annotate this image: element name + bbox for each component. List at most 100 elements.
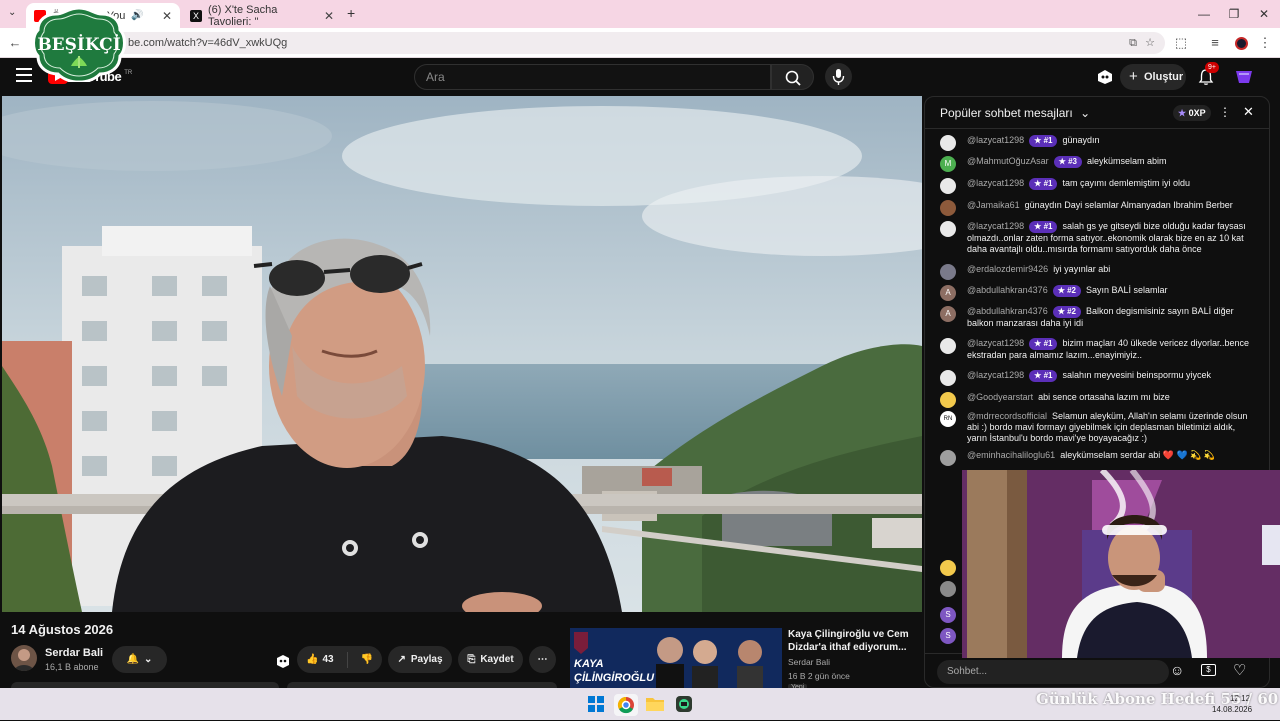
- save-button[interactable]: ⎘ Kaydet: [458, 646, 523, 673]
- recommended-channel[interactable]: Serdar Bali: [788, 657, 830, 667]
- close-tab-icon[interactable]: ✕: [162, 9, 172, 23]
- user-avatar[interactable]: [940, 338, 956, 354]
- search-input[interactable]: Ara: [414, 64, 771, 90]
- ai-assistant-icon[interactable]: [275, 653, 291, 669]
- close-chat-icon[interactable]: ✕: [1243, 104, 1254, 120]
- tab-list-chevron-icon[interactable]: ⌄: [8, 7, 16, 18]
- chat-username[interactable]: @lazycat1298: [967, 338, 1024, 348]
- chat-username[interactable]: @lazycat1298: [967, 370, 1024, 380]
- chat-username[interactable]: @abdullahkran4376: [967, 306, 1048, 316]
- tab-x[interactable]: X (6) X'te Sacha Tavolieri: " ✕: [182, 3, 342, 28]
- file-explorer-icon[interactable]: [646, 696, 664, 712]
- app-taskbar-icon[interactable]: [676, 696, 692, 712]
- bookmark-star-icon[interactable]: ☆: [1145, 32, 1155, 54]
- account-avatar[interactable]: [1236, 70, 1252, 83]
- chat-menu-icon[interactable]: ⋮: [1219, 105, 1231, 119]
- user-avatar[interactable]: [940, 450, 956, 466]
- user-avatar[interactable]: [940, 178, 956, 194]
- chat-text: salahın meyvesini beinspormu yiycek: [1062, 370, 1212, 380]
- dislike-button[interactable]: 👎: [361, 654, 373, 665]
- chevron-down-icon: ⌄: [1080, 106, 1091, 120]
- new-tab-button[interactable]: +: [347, 5, 355, 21]
- back-icon[interactable]: ←: [6, 34, 24, 52]
- restore-icon[interactable]: ❐: [1220, 4, 1248, 24]
- user-avatar[interactable]: [940, 135, 956, 151]
- tab-label: (6) X'te Sacha Tavolieri: ": [208, 3, 278, 28]
- minimize-icon[interactable]: —: [1190, 4, 1218, 24]
- notification-bell-button[interactable]: 🔔 ⌄: [112, 646, 167, 673]
- xp-badge[interactable]: ★ 0XP: [1173, 105, 1211, 121]
- chat-input[interactable]: Sohbet...: [937, 660, 1169, 684]
- rank-badge: ★ #1: [1029, 338, 1058, 350]
- recommended-thumbnail[interactable]: KAYA ÇİLİNGİROĞLU: [570, 628, 782, 688]
- chat-username[interactable]: @MahmutOğuzAsar: [967, 156, 1049, 166]
- user-avatar[interactable]: A: [940, 285, 956, 301]
- chat-username[interactable]: @Goodyearstart: [967, 392, 1033, 402]
- user-avatar[interactable]: RN: [940, 411, 956, 427]
- chat-message: @lazycat1298 ★ #1 salah gs ye gitseydi biz…: [940, 221, 1250, 255]
- user-avatar[interactable]: M: [940, 156, 956, 172]
- user-avatar[interactable]: A: [940, 306, 956, 322]
- subscriber-goal-ticker: Günlük Abone Hedefi 55 / 60: [1036, 690, 1279, 708]
- thumbnail-text-1: KAYA: [574, 658, 604, 670]
- chat-username[interactable]: @Jamaika61: [967, 200, 1020, 210]
- windows-start-icon[interactable]: [588, 696, 604, 712]
- channel-name[interactable]: Serdar Bali: [45, 647, 103, 659]
- chat-username[interactable]: @lazycat1298: [967, 178, 1024, 188]
- like-button[interactable]: 👍 43: [306, 654, 334, 665]
- extensions-icon[interactable]: ⬚: [1172, 34, 1190, 52]
- youtube-header: YouTube TR Ara + Oluştur 9+: [0, 58, 1280, 96]
- voice-search-button[interactable]: [825, 63, 852, 90]
- chat-message: A @abdullahkran4376 ★ #2 Sayın BALİ selaml…: [940, 285, 1250, 301]
- media-control-icon[interactable]: ≡: [1206, 34, 1224, 52]
- chat-message: RN @mdrrecordsofficial Selamun aleyküm, A…: [940, 411, 1250, 444]
- share-button[interactable]: ↗ Paylaş: [388, 646, 452, 673]
- chat-username[interactable]: @abdullahkran4376: [967, 285, 1048, 295]
- user-avatar[interactable]: [940, 392, 956, 408]
- chat-mode-dropdown[interactable]: Popüler sohbet mesajları ⌄: [940, 106, 1090, 120]
- super-chat-icon[interactable]: $: [1201, 664, 1216, 676]
- ai-extension-icon[interactable]: [1096, 68, 1114, 86]
- channel-avatar[interactable]: [11, 645, 37, 671]
- chat-message: @lazycat1298 ★ #1 tam çayımı demlemiştim i…: [940, 178, 1250, 194]
- browser-menu-icon[interactable]: ⋮: [1256, 34, 1274, 52]
- profile-avatar[interactable]: [1232, 34, 1250, 52]
- user-avatar[interactable]: [940, 370, 956, 386]
- chat-text: Sayın BALİ selamlar: [1086, 285, 1168, 295]
- create-button[interactable]: + Oluştur: [1120, 64, 1186, 90]
- emoji-icon[interactable]: ☺: [1170, 662, 1184, 678]
- chat-username[interactable]: @erdalozdemir9426: [967, 264, 1048, 274]
- chat-username[interactable]: @lazycat1298: [967, 135, 1024, 145]
- speaker-icon[interactable]: 🔊: [131, 10, 143, 21]
- chrome-taskbar-icon[interactable]: [614, 694, 638, 716]
- recommended-title[interactable]: Kaya Çilingiroğlu ve Cem Dizdar'a ithaf …: [788, 628, 918, 654]
- user-avatar[interactable]: S: [940, 607, 956, 623]
- user-avatar[interactable]: [940, 221, 956, 237]
- chat-username[interactable]: @eminhacihaliloglu61: [967, 450, 1055, 460]
- url-text: be.com/watch?v=46dV_xwkUQg: [128, 37, 288, 49]
- install-app-icon[interactable]: ⧉: [1129, 32, 1137, 54]
- user-avatar[interactable]: [940, 581, 956, 597]
- more-horizontal-icon: ⋯: [537, 654, 548, 665]
- rank-badge: ★ #2: [1052, 285, 1082, 297]
- chat-username[interactable]: @mdrrecordsofficial: [967, 411, 1047, 421]
- user-avatar[interactable]: [940, 200, 956, 216]
- close-window-icon[interactable]: ✕: [1250, 4, 1278, 24]
- xp-value: 0XP: [1188, 108, 1206, 118]
- user-avatar[interactable]: [940, 264, 956, 280]
- video-player[interactable]: [2, 96, 922, 612]
- chat-text: günaydın: [1062, 135, 1100, 145]
- thumbs-up-icon: 👍: [305, 654, 319, 665]
- search-button[interactable]: [771, 64, 814, 90]
- heart-icon[interactable]: ♡: [1233, 661, 1246, 679]
- rank-badge: ★ #1: [1029, 221, 1058, 233]
- chat-username[interactable]: @lazycat1298: [967, 221, 1024, 231]
- more-actions-button[interactable]: ⋯: [529, 646, 556, 673]
- user-avatar[interactable]: [940, 560, 956, 576]
- notifications-bell-icon[interactable]: 9+: [1197, 62, 1219, 86]
- user-avatar[interactable]: S: [940, 628, 956, 644]
- browser-tab-bar: ⌄ Ö... 2026 - You 🔊 ✕ X (6) X'te Sacha T…: [0, 0, 1280, 28]
- address-bar[interactable]: be.com/watch?v=46dV_xwkUQg ⧉ ☆: [60, 32, 1165, 54]
- plus-icon: +: [1129, 68, 1138, 85]
- close-tab-icon[interactable]: ✕: [324, 9, 334, 23]
